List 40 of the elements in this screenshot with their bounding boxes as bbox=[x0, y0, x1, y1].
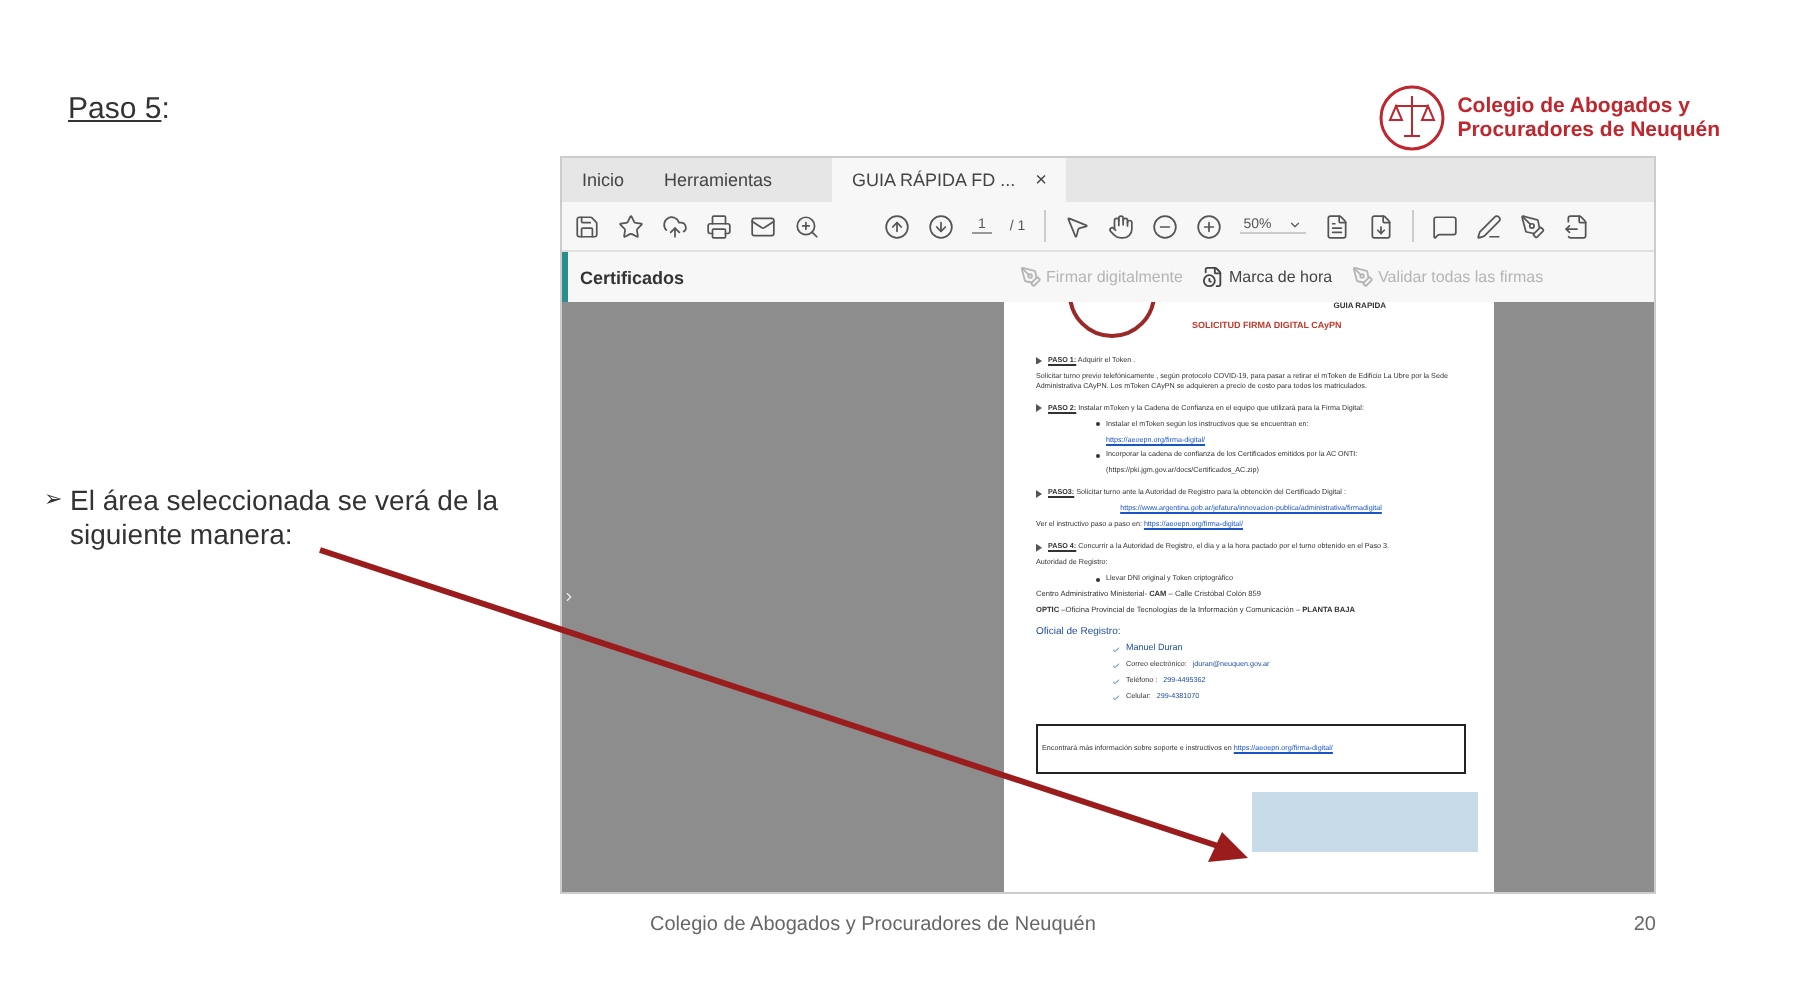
export-icon[interactable] bbox=[1563, 213, 1590, 239]
print-icon[interactable] bbox=[706, 213, 732, 239]
scroll-icon[interactable] bbox=[1367, 213, 1394, 239]
bullet-text: El área seleccionada se verá de la siguiente manera: bbox=[70, 484, 501, 552]
mail-icon[interactable] bbox=[750, 213, 776, 239]
panel-toggle-icon[interactable] bbox=[562, 590, 576, 604]
search-icon[interactable] bbox=[794, 213, 820, 239]
zoom-out-icon[interactable] bbox=[1151, 213, 1178, 239]
arrow-up-icon[interactable] bbox=[884, 213, 910, 239]
close-icon[interactable]: × bbox=[1035, 169, 1047, 191]
arrow-bullet-icon bbox=[1036, 356, 1042, 365]
arrow-bullet-icon bbox=[1036, 543, 1042, 552]
scales-emblem-icon bbox=[1377, 84, 1446, 152]
footer-text: Colegio de Abogados y Procuradores de Neuquén bbox=[650, 914, 1096, 940]
panel-action[interactable]: Marca de hora bbox=[1202, 266, 1333, 288]
arrow-bullet-icon bbox=[1036, 489, 1042, 498]
document-clock-icon bbox=[1202, 266, 1225, 288]
hand-icon[interactable] bbox=[1107, 213, 1134, 239]
logo-text: Colegio de Abogados y Procuradores de Neuquén bbox=[1457, 94, 1720, 142]
cursor-icon[interactable] bbox=[1063, 213, 1090, 239]
page-number: 20 bbox=[1633, 914, 1656, 940]
slide-heading: Paso 5: bbox=[68, 92, 170, 126]
pen-icon bbox=[1020, 266, 1042, 288]
zoom-in-icon[interactable] bbox=[1195, 213, 1222, 239]
arrow-bullet-icon bbox=[1036, 404, 1042, 413]
arrow-down-icon[interactable] bbox=[928, 213, 954, 239]
pen-icon bbox=[1352, 266, 1375, 288]
panel-title: Certificados bbox=[580, 267, 687, 287]
cloud-upload-icon[interactable] bbox=[662, 213, 688, 239]
tab[interactable]: Herramientas bbox=[644, 158, 793, 202]
sign-icon[interactable] bbox=[1519, 213, 1546, 239]
bullet-glyph: ➢ bbox=[44, 486, 62, 516]
tab[interactable]: GUIA RÁPIDA FD ... × bbox=[832, 158, 1067, 202]
save-icon[interactable] bbox=[574, 213, 600, 239]
pen-icon[interactable] bbox=[1475, 213, 1502, 239]
tab[interactable]: Inicio bbox=[562, 158, 645, 202]
star-icon[interactable] bbox=[618, 213, 644, 239]
comment-icon[interactable] bbox=[1431, 213, 1458, 239]
caret-icon bbox=[1287, 218, 1302, 232]
page-fit-icon[interactable] bbox=[1323, 213, 1350, 239]
